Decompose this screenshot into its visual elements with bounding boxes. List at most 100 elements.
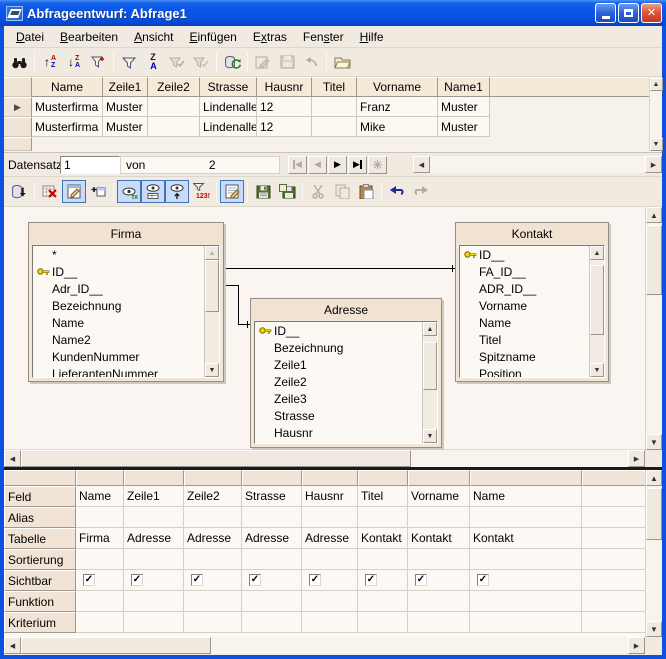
visible-checkbox[interactable]: ✓ — [415, 574, 427, 586]
qbe-cell[interactable] — [76, 591, 124, 612]
table-names-toggle[interactable] — [141, 180, 165, 203]
field-row[interactable]: Zeile1 — [255, 356, 437, 373]
qbe-cell[interactable]: ✓ — [302, 570, 358, 591]
scroll-down-icon[interactable]: ▼ — [205, 363, 219, 377]
find-record-button[interactable] — [7, 51, 31, 74]
title-bar[interactable]: Abfrageentwurf: Abfrage1 ✕ — [0, 0, 666, 26]
menu-datei[interactable]: Datei — [8, 28, 52, 46]
autofilter-button[interactable] — [86, 51, 110, 74]
visible-checkbox[interactable]: ✓ — [249, 574, 261, 586]
qbe-column-header[interactable] — [302, 470, 358, 486]
datasheet-vertical-scrollbar[interactable]: ▲ ▼ — [649, 78, 662, 151]
field-row[interactable]: Position — [460, 365, 604, 378]
cell[interactable]: 12 — [257, 117, 312, 137]
qbe-cell[interactable] — [124, 612, 184, 633]
cell[interactable]: Muster — [103, 97, 148, 117]
scroll-thumb[interactable] — [423, 342, 437, 390]
qbe-cell[interactable] — [470, 507, 582, 528]
scroll-up-icon[interactable]: ▲ — [650, 78, 663, 91]
scroll-down-icon[interactable]: ▼ — [423, 429, 437, 443]
next-record-button[interactable]: ▶ — [328, 156, 347, 174]
cell[interactable]: Mike — [357, 117, 438, 137]
qbe-cell[interactable] — [582, 612, 645, 633]
field-row[interactable]: LieferantenNummer — [33, 365, 219, 378]
previous-record-button[interactable]: ◀ — [308, 156, 327, 174]
scroll-right-icon[interactable]: ▶ — [628, 637, 645, 654]
design-vertical-scrollbar[interactable]: ▲ ▼ — [645, 207, 662, 450]
table-panel-firma[interactable]: Firma * ID__ Adr_ID__ Bezeichnung Name N… — [28, 222, 224, 382]
qbe-column-header[interactable] — [242, 470, 302, 486]
standard-filter-button[interactable] — [117, 51, 141, 74]
qbe-cell[interactable] — [302, 507, 358, 528]
field-row[interactable]: ID__ — [255, 322, 437, 339]
field-row[interactable]: Name2 — [33, 331, 219, 348]
table-panel-kontakt[interactable]: Kontakt ID__ FA_ID__ ADR_ID__ Vorname Na… — [455, 222, 609, 382]
field-row[interactable]: Zeile3 — [255, 390, 437, 407]
cell[interactable]: Franz — [357, 97, 438, 117]
reset-filter-button[interactable] — [189, 51, 213, 74]
qbe-cell[interactable] — [408, 612, 470, 633]
qbe-cell[interactable]: ✓ — [470, 570, 582, 591]
qbe-column-header[interactable] — [358, 470, 408, 486]
visible-checkbox[interactable]: ✓ — [191, 574, 203, 586]
visible-checkbox[interactable]: ✓ — [365, 574, 377, 586]
field-row[interactable]: ID__ — [460, 246, 604, 263]
qbe-cell[interactable] — [408, 507, 470, 528]
row-selector[interactable] — [4, 117, 32, 137]
panel-scrollbar[interactable]: ▲ ▼ — [589, 246, 604, 377]
paste-button[interactable] — [354, 180, 378, 203]
qbe-cell[interactable] — [582, 591, 645, 612]
cell[interactable]: Muster — [438, 97, 490, 117]
join-line-firma-adresse[interactable] — [238, 324, 250, 325]
scroll-down-icon[interactable]: ▼ — [646, 621, 662, 637]
scroll-thumb[interactable] — [646, 488, 662, 540]
join-line-firma-adresse[interactable] — [224, 285, 239, 286]
cut-button[interactable] — [306, 180, 330, 203]
redo-button[interactable] — [409, 180, 433, 203]
refresh-button[interactable] — [220, 51, 244, 74]
qbe-cell[interactable]: ✓ — [184, 570, 242, 591]
save-record-button[interactable] — [275, 51, 299, 74]
cell[interactable] — [312, 117, 357, 137]
qbe-cell[interactable] — [184, 612, 242, 633]
qbe-cell[interactable]: Kontakt — [408, 528, 470, 549]
qbe-cell[interactable] — [184, 507, 242, 528]
scroll-thumb[interactable] — [646, 225, 662, 295]
table-title[interactable]: Firma — [29, 223, 223, 244]
visible-checkbox[interactable]: ✓ — [477, 574, 489, 586]
data-source-of-document-button[interactable] — [330, 51, 354, 74]
select-all-corner[interactable] — [4, 77, 32, 97]
column-header-zeile1[interactable]: Zeile1 — [103, 77, 148, 97]
distinct-values-button[interactable]: 123! — [189, 180, 213, 203]
field-row[interactable]: Titel — [460, 331, 604, 348]
field-row[interactable]: KundenNummer — [33, 348, 219, 365]
qbe-cell[interactable]: Titel — [358, 486, 408, 507]
row-selector[interactable]: ▶ — [4, 97, 32, 117]
qbe-cell[interactable] — [124, 591, 184, 612]
visible-checkbox[interactable]: ✓ — [83, 574, 95, 586]
cell[interactable] — [148, 117, 200, 137]
column-header-titel[interactable]: Titel — [312, 77, 357, 97]
cell[interactable]: Musterfirma — [32, 117, 103, 137]
qbe-cell[interactable] — [358, 507, 408, 528]
column-header-vorname[interactable]: Vorname — [357, 77, 438, 97]
close-button[interactable]: ✕ — [641, 3, 662, 23]
undo-data-entry-button[interactable] — [299, 51, 323, 74]
field-row[interactable]: Adr_ID__ — [33, 280, 219, 297]
menu-hilfe[interactable]: Hilfe — [352, 28, 392, 46]
table-panel-adresse[interactable]: Adresse ID__ Bezeichnung Zeile1 Zeile2 Z… — [250, 298, 442, 448]
qbe-cell[interactable]: Name — [76, 486, 124, 507]
qbe-cell[interactable] — [358, 612, 408, 633]
field-row[interactable]: Strasse — [255, 407, 437, 424]
apply-filter-button[interactable] — [165, 51, 189, 74]
cell[interactable]: Muster — [438, 117, 490, 137]
field-row[interactable]: * — [33, 246, 219, 263]
cell[interactable]: Muster — [103, 117, 148, 137]
qbe-cell[interactable]: Vorname — [408, 486, 470, 507]
qbe-cell[interactable] — [358, 549, 408, 570]
sort-button[interactable]: ZA — [141, 51, 165, 74]
row-selector[interactable] — [4, 137, 32, 151]
qbe-cell[interactable] — [242, 507, 302, 528]
field-row[interactable]: Postfach — [255, 441, 437, 444]
qbe-cell[interactable] — [470, 612, 582, 633]
